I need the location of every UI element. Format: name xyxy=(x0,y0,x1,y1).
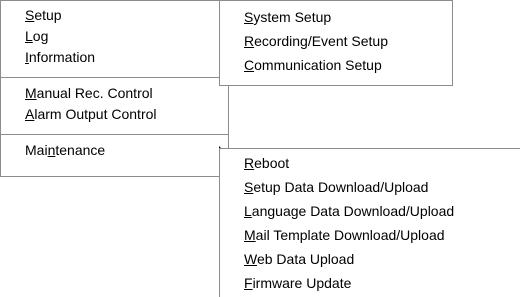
submenu-item-mail-template-mnemonic: M xyxy=(244,227,256,243)
menu-item-setup[interactable]: Setup xyxy=(1,5,228,26)
menu-item-log[interactable]: Log xyxy=(1,26,228,47)
submenu-item-language-data-mnemonic: L xyxy=(244,203,252,219)
submenu-item-communication-setup-label: ommunication Setup xyxy=(254,57,382,73)
submenu-item-setup-data-download-upload[interactable]: Setup Data Download/Upload xyxy=(220,175,520,199)
menu-separator xyxy=(1,131,228,138)
menu-item-alarm-output-control-mnemonic: A xyxy=(25,106,35,122)
menu-item-manual-rec-control-mnemonic: M xyxy=(25,85,37,101)
setup-submenu: System Setup Recording/Event Setup Commu… xyxy=(219,0,453,86)
submenu-item-system-setup-label: ystem Setup xyxy=(253,9,332,25)
main-menu: Setup Log Information Manual Rec. Contro… xyxy=(0,0,229,177)
menu-item-alarm-output-control[interactable]: Alarm Output Control xyxy=(1,104,228,125)
submenu-item-language-data-label: anguage Data Download/Upload xyxy=(251,203,455,219)
submenu-item-web-data-upload[interactable]: Web Data Upload xyxy=(220,247,520,271)
menu-item-maintenance[interactable]: Maintenance xyxy=(1,140,228,161)
menu-item-maintenance-label: tenance xyxy=(55,142,106,158)
menu-item-alarm-output-control-label: larm Output Control xyxy=(34,106,157,122)
submenu-item-firmware-update-label: irmware Update xyxy=(252,275,352,291)
menu-item-manual-rec-control[interactable]: Manual Rec. Control xyxy=(1,83,228,104)
submenu-item-reboot-mnemonic: R xyxy=(244,155,255,171)
submenu-item-language-data-download-upload[interactable]: Language Data Download/Upload xyxy=(220,199,520,223)
submenu-item-communication-setup-mnemonic: C xyxy=(244,57,255,73)
maintenance-submenu: Reboot Setup Data Download/Upload Langua… xyxy=(219,148,520,297)
submenu-item-web-data-mnemonic: W xyxy=(244,251,257,267)
menu-item-maintenance-prefix: Mai xyxy=(25,142,48,158)
submenu-item-firmware-update[interactable]: Firmware Update xyxy=(220,271,520,295)
submenu-item-firmware-update-mnemonic: F xyxy=(244,275,253,291)
menu-item-log-label: og xyxy=(32,28,49,44)
submenu-item-system-setup-mnemonic: S xyxy=(244,9,254,25)
submenu-item-mail-template-label: ail Template Download/Upload xyxy=(255,227,445,243)
submenu-item-web-data-label: eb Data Upload xyxy=(256,251,355,267)
submenu-item-recording-event-setup-label: ecording/Event Setup xyxy=(254,33,388,49)
submenu-item-mail-template-download-upload[interactable]: Mail Template Download/Upload xyxy=(220,223,520,247)
menu-item-setup-label: etup xyxy=(34,7,62,23)
menu-item-information-label: nformation xyxy=(28,49,96,65)
submenu-item-reboot-label: eboot xyxy=(254,155,290,171)
menu-item-setup-mnemonic: S xyxy=(25,7,35,23)
submenu-item-recording-event-setup-mnemonic: R xyxy=(244,33,255,49)
submenu-item-system-setup[interactable]: System Setup xyxy=(220,5,452,29)
menu-item-manual-rec-control-label: anual Rec. Control xyxy=(36,85,153,101)
menu-separator xyxy=(1,74,228,81)
submenu-item-recording-event-setup[interactable]: Recording/Event Setup xyxy=(220,29,452,53)
menu-item-log-mnemonic: L xyxy=(25,28,33,44)
submenu-item-setup-data-label: etup Data Download/Upload xyxy=(253,179,429,195)
submenu-item-reboot[interactable]: Reboot xyxy=(220,151,520,175)
submenu-item-communication-setup[interactable]: Communication Setup xyxy=(220,53,452,77)
submenu-item-setup-data-mnemonic: S xyxy=(244,179,254,195)
menu-item-information[interactable]: Information xyxy=(1,47,228,68)
